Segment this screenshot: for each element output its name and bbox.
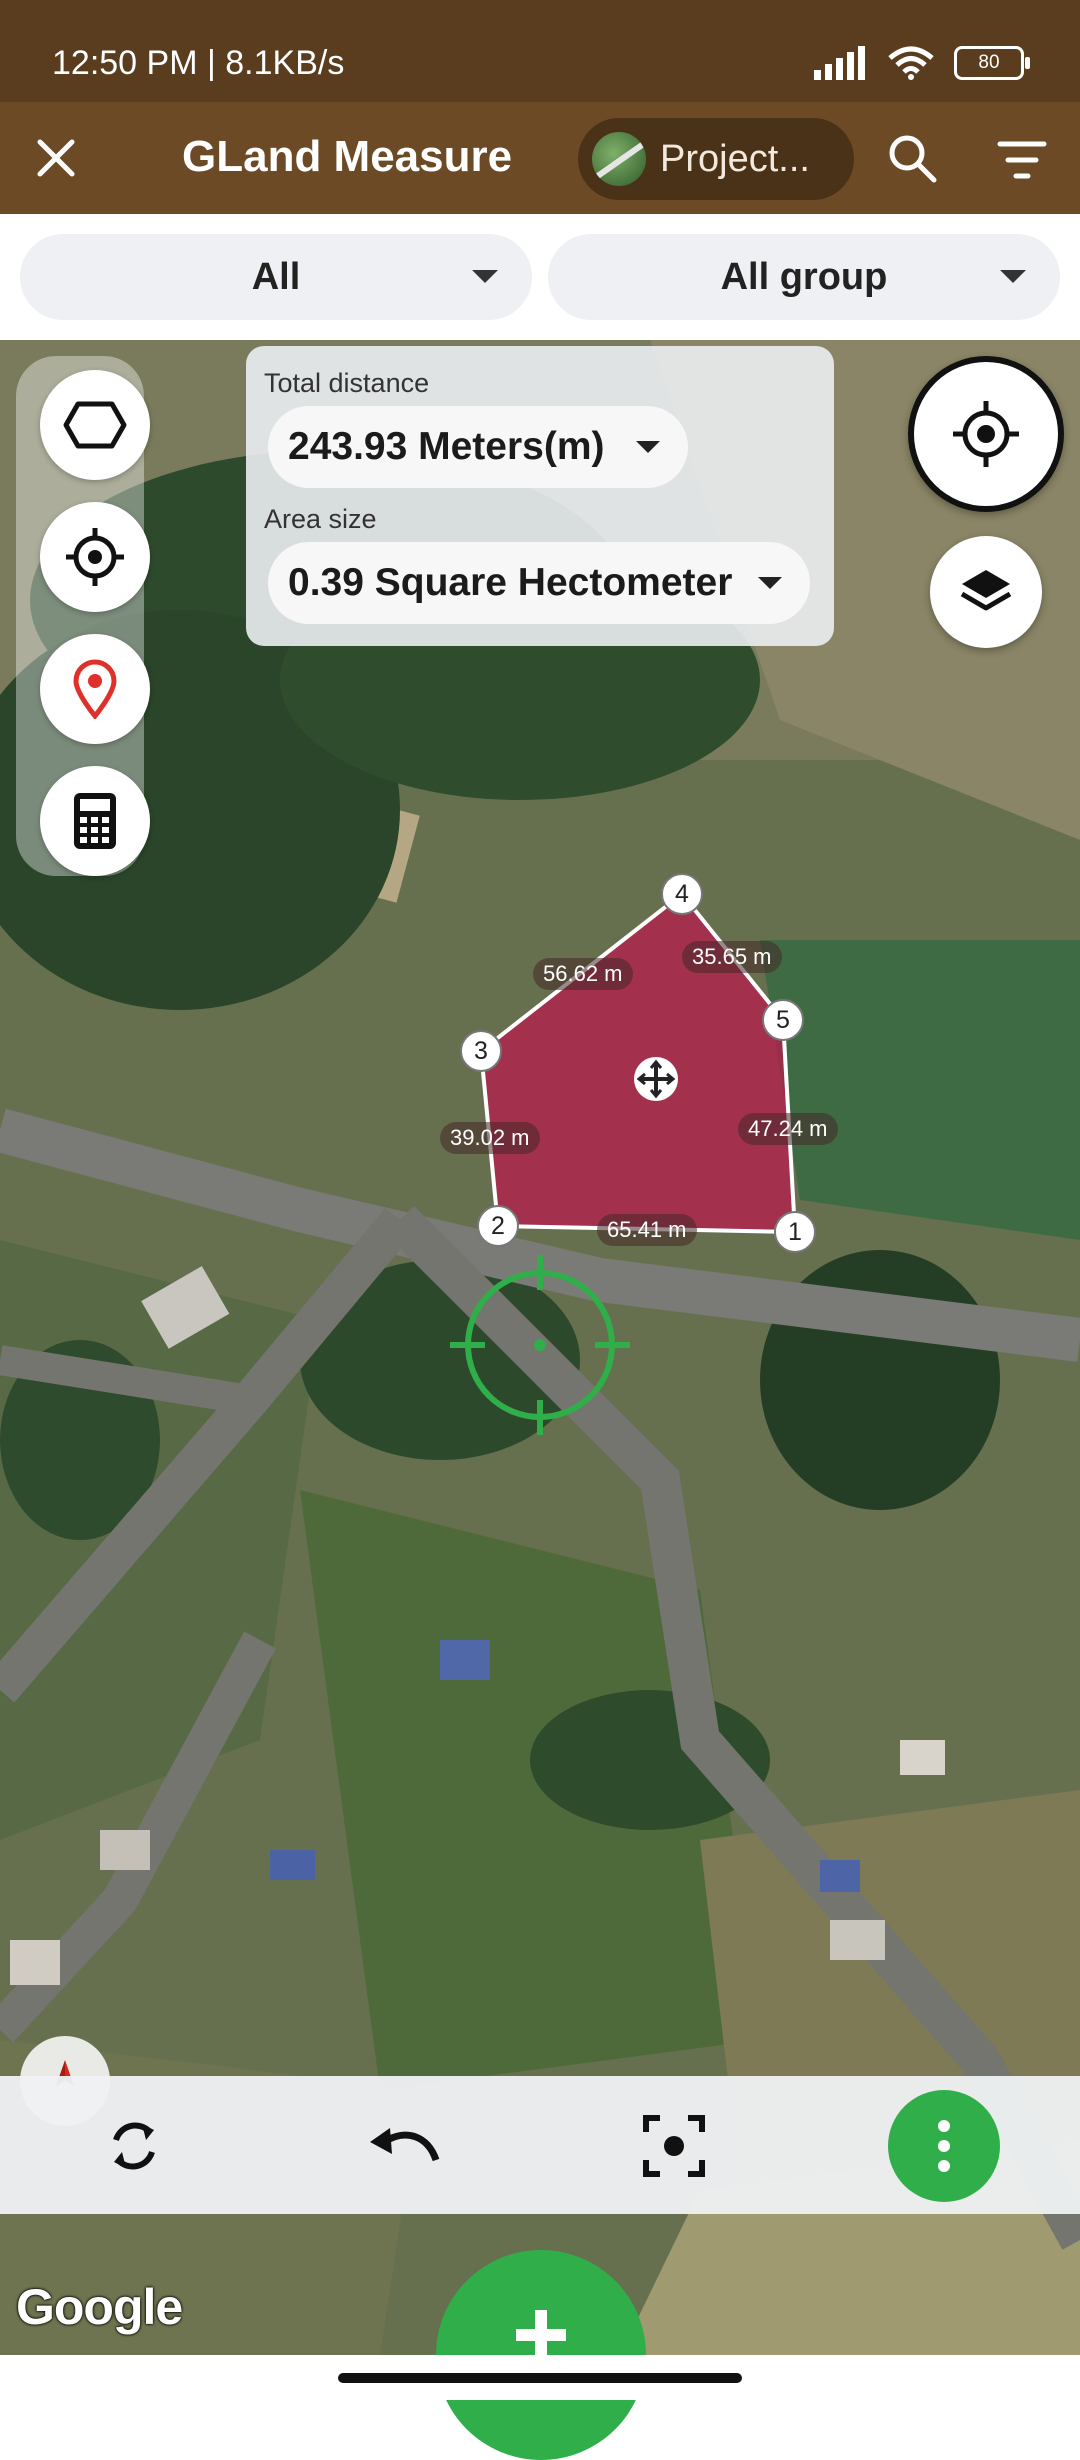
more-vert-icon (938, 2120, 950, 2172)
move-handle-icon[interactable] (634, 1057, 678, 1101)
project-label: Project... (660, 137, 810, 180)
chevron-down-icon (1000, 270, 1026, 283)
refresh-button[interactable] (84, 2096, 184, 2196)
my-location-button[interactable] (908, 356, 1064, 512)
total-distance-caption: Total distance (264, 368, 430, 398)
location-pin-button[interactable] (40, 634, 150, 744)
more-options-button[interactable] (888, 2090, 1000, 2202)
project-thumbnail (592, 132, 646, 186)
tool-rail (16, 356, 150, 876)
signal-icon (814, 46, 865, 80)
bottom-toolbar (0, 2076, 1080, 2214)
search-icon[interactable] (884, 130, 940, 186)
segment-length-label: 47.24 m (738, 1113, 838, 1145)
layers-icon (960, 570, 1012, 611)
layers-button[interactable] (930, 536, 1042, 648)
type-dropdown-value: All (251, 255, 301, 298)
app-bar: GLand Measure Project... (0, 102, 1080, 214)
gps-target-icon (66, 528, 124, 586)
crosshair-icon (450, 1255, 630, 1435)
area-size-caption: Area size (264, 504, 377, 534)
calculator-button[interactable] (40, 766, 150, 876)
vertex-marker[interactable]: 1 (774, 1211, 816, 1253)
distance-unit-dropdown[interactable]: 243.93 Meters(m) (268, 406, 688, 488)
measurement-panel: Total distance 243.93 Meters(m) Area siz… (246, 346, 834, 646)
my-location-icon (953, 401, 1019, 467)
undo-button[interactable] (354, 2096, 454, 2196)
location-pin-icon (73, 659, 117, 719)
chevron-down-icon (758, 577, 782, 589)
focus-icon (643, 2115, 705, 2177)
undo-icon (370, 2128, 440, 2162)
refresh-icon (113, 2122, 155, 2170)
segment-length-label: 65.41 m (597, 1214, 697, 1246)
wifi-icon (888, 46, 934, 80)
polygon-shape-button[interactable] (40, 370, 150, 480)
vertex-marker[interactable]: 3 (460, 1030, 502, 1072)
battery-level: 80 (978, 52, 1000, 73)
home-handle[interactable] (338, 2373, 742, 2383)
focus-button[interactable] (624, 2096, 724, 2196)
polygon-shape-icon (63, 401, 127, 449)
chevron-down-icon (472, 270, 498, 283)
filter-icon[interactable] (996, 136, 1048, 184)
group-dropdown-value: All group (720, 255, 888, 298)
status-bar: 12:50 PM | 8.1KB/s 80 (0, 0, 1080, 102)
area-unit-dropdown[interactable]: 0.39 Square Hectometer (268, 542, 810, 624)
area-value: 0.39 Square Hectometer (288, 561, 733, 604)
segment-length-label: 35.65 m (682, 941, 782, 973)
calculator-icon (74, 793, 116, 849)
gps-target-button[interactable] (40, 502, 150, 612)
google-attribution: Google (16, 2279, 183, 2335)
status-time: 12:50 PM | 8.1KB/s (52, 44, 345, 82)
project-selector[interactable]: Project... (578, 118, 854, 200)
segment-length-label: 39.02 m (440, 1122, 540, 1154)
plus-icon (516, 2310, 566, 2360)
vertex-marker[interactable]: 2 (477, 1205, 519, 1247)
vertex-marker[interactable]: 4 (661, 873, 703, 915)
type-dropdown[interactable]: All (20, 234, 532, 320)
filter-bar: All All group (0, 214, 1080, 340)
distance-value: 243.93 Meters(m) (288, 425, 605, 468)
segment-length-label: 56.62 m (533, 958, 633, 990)
vertex-marker[interactable]: 5 (762, 999, 804, 1041)
app-title: GLand Measure (182, 132, 513, 181)
close-icon[interactable] (30, 132, 82, 184)
gesture-nav-bar (0, 2355, 1080, 2400)
chevron-down-icon (636, 441, 660, 453)
battery-icon: 80 (954, 46, 1030, 80)
status-icons: 80 (814, 46, 1030, 80)
group-dropdown[interactable]: All group (548, 234, 1060, 320)
